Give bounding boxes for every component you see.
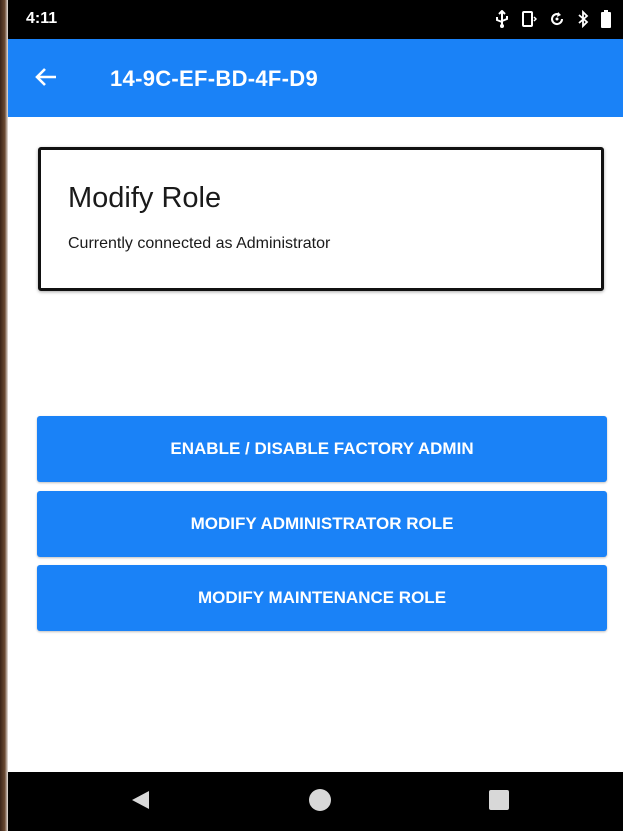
nav-back-button[interactable] [126,788,154,816]
sync-icon [549,11,565,27]
usb-icon [495,10,509,28]
arrow-back-icon [35,67,57,92]
nav-home-button[interactable] [306,788,334,816]
device-screen: 4:11 14-9C-EF-BD-4F-D9 Modify Role Curre… [0,0,623,831]
status-icons [495,8,611,30]
nav-recents-icon [488,789,510,816]
status-time: 4:11 [26,10,58,27]
modify-maintenance-role-button[interactable]: MODIFY MAINTENANCE ROLE [37,565,607,631]
role-info-card: Modify Role Currently connected as Admin… [38,147,604,291]
main-content: Modify Role Currently connected as Admin… [8,117,623,772]
back-button[interactable] [26,59,66,99]
device-edge [0,0,8,831]
connection-status-text: Currently connected as Administrator [68,235,331,252]
nav-home-icon [308,788,332,817]
battery-icon [601,10,611,28]
enable-disable-factory-admin-button[interactable]: ENABLE / DISABLE FACTORY ADMIN [37,416,607,482]
card-title: Modify Role [68,182,222,214]
modify-administrator-role-button[interactable]: MODIFY ADMINISTRATOR ROLE [37,491,607,557]
app-bar: 14-9C-EF-BD-4F-D9 [8,39,623,117]
nav-recents-button[interactable] [485,788,513,816]
page-title: 14-9C-EF-BD-4F-D9 [110,66,319,91]
bluetooth-icon [577,10,589,28]
status-bar: 4:11 [8,0,623,39]
nav-back-icon [129,789,151,816]
cast-icon [521,10,537,28]
system-nav-bar [8,772,623,831]
